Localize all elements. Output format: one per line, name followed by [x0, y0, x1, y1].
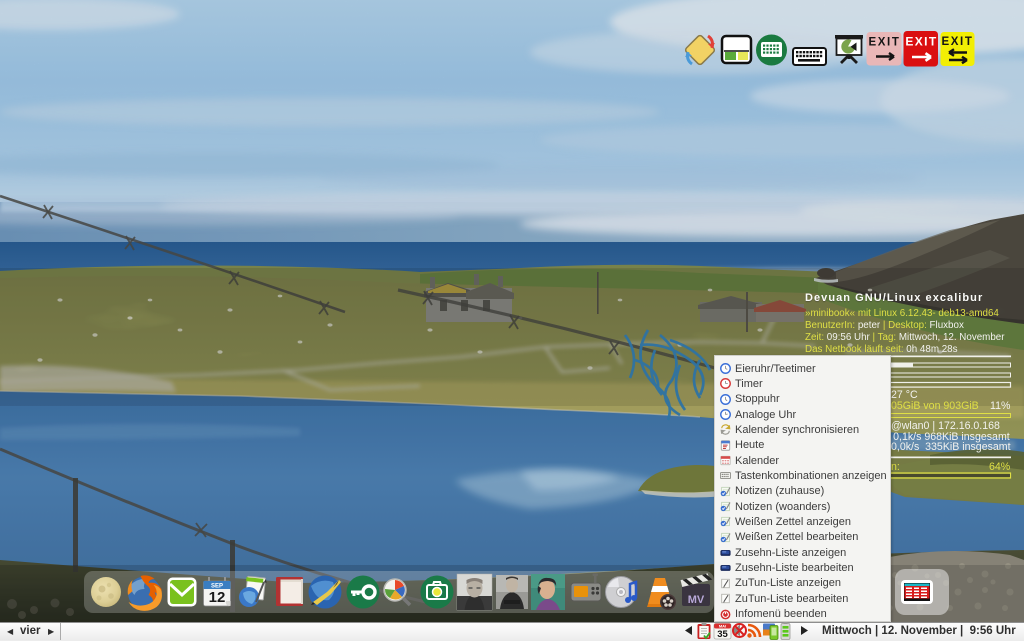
svg-text:MAI: MAI: [719, 624, 726, 629]
svg-text:EXIT: EXIT: [905, 35, 937, 49]
svg-text:12: 12: [209, 589, 226, 606]
svg-text:EXIT: EXIT: [942, 36, 974, 48]
svg-text:MV: MV: [688, 594, 705, 606]
svg-text:35: 35: [717, 629, 728, 640]
svg-text:EXIT: EXIT: [869, 37, 901, 49]
